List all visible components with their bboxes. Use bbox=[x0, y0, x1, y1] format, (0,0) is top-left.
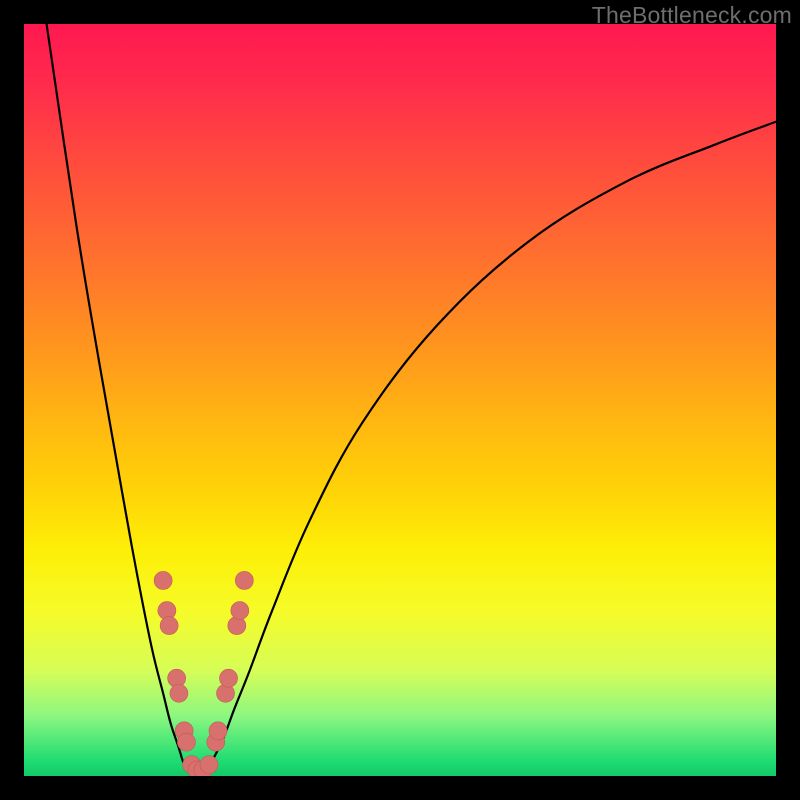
curve-right-branch bbox=[204, 122, 776, 772]
curve-layer bbox=[47, 24, 776, 772]
marker-layer bbox=[154, 571, 253, 776]
data-marker bbox=[220, 669, 238, 687]
plot-area bbox=[24, 24, 776, 776]
data-marker bbox=[235, 571, 253, 589]
chart-frame: TheBottleneck.com bbox=[0, 0, 800, 800]
data-marker bbox=[231, 602, 249, 620]
data-marker bbox=[209, 722, 227, 740]
curve-left-branch bbox=[47, 24, 190, 772]
data-marker bbox=[154, 571, 172, 589]
data-marker bbox=[177, 733, 195, 751]
chart-svg bbox=[24, 24, 776, 776]
data-marker bbox=[170, 684, 188, 702]
data-marker bbox=[160, 617, 178, 635]
data-marker bbox=[200, 756, 218, 774]
